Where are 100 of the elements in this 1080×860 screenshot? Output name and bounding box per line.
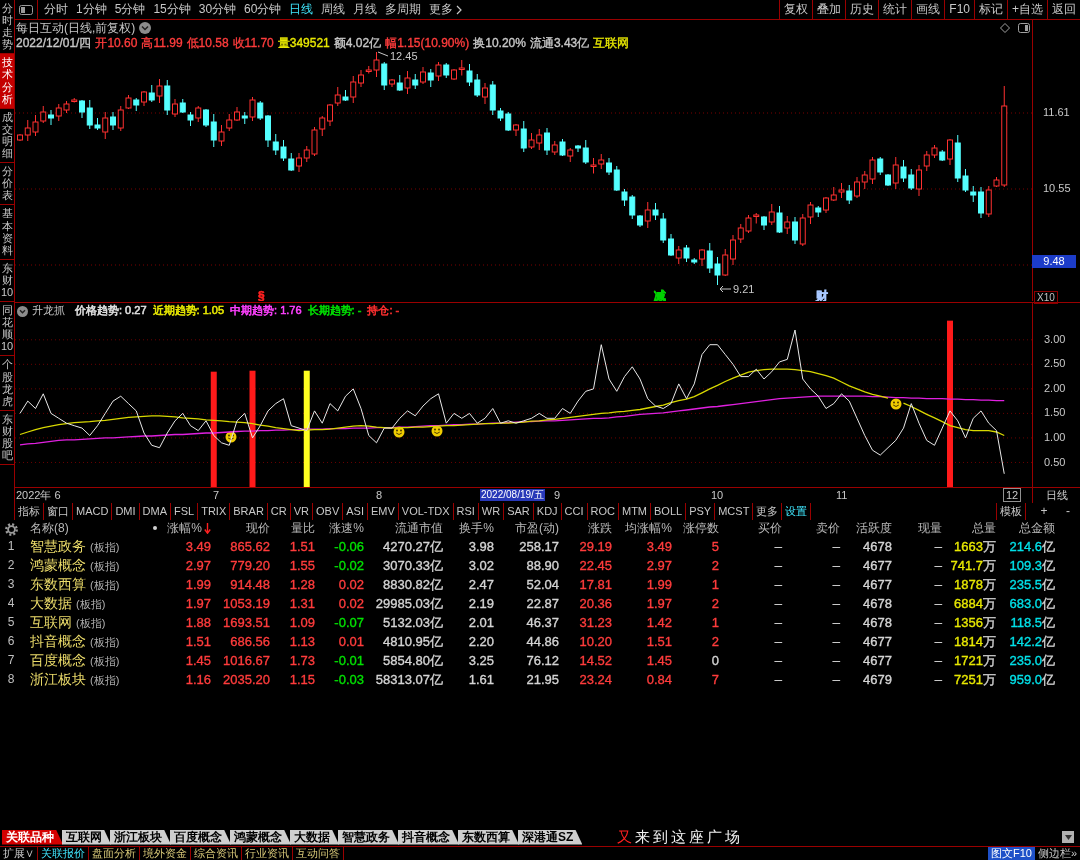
- stock-tab[interactable]: 互联网: [62, 829, 111, 845]
- column-header[interactable]: 涨速%: [329, 521, 364, 536]
- period-tab[interactable]: 日线: [285, 0, 318, 19]
- period-tab[interactable]: 60分钟: [240, 0, 286, 19]
- indicator-tab[interactable]: WR: [478, 503, 505, 520]
- column-header[interactable]: 涨停数: [683, 521, 719, 536]
- toolbar-button[interactable]: 统计: [878, 0, 912, 19]
- sort-arrow-icon[interactable]: [204, 523, 211, 534]
- sidebar-tab[interactable]: 成交明细: [0, 108, 14, 164]
- column-header[interactable]: 量比: [291, 521, 315, 536]
- sidebar-tab[interactable]: 基本资料: [0, 205, 14, 260]
- indicator-tab[interactable]: DMI: [112, 503, 140, 520]
- period-tab[interactable]: 15分钟: [149, 0, 195, 19]
- column-header[interactable]: 涨跌: [588, 521, 612, 536]
- indicator-tab[interactable]: MTM: [619, 503, 652, 520]
- sector-name[interactable]: 抖音概念: [30, 633, 86, 650]
- sector-name[interactable]: 智慧政务: [30, 538, 86, 555]
- settings-link[interactable]: 设置: [782, 503, 812, 520]
- toolbar-button[interactable]: 画线: [911, 0, 945, 19]
- indicator-tab[interactable]: BOLL: [651, 503, 687, 520]
- chevron-down-icon[interactable]: [17, 305, 28, 317]
- period-tab[interactable]: 30分钟: [194, 0, 241, 19]
- sidebar-tab[interactable]: 技术分析: [0, 54, 14, 109]
- template-button[interactable]: 模板: [996, 503, 1026, 520]
- toolbar-button[interactable]: 复权: [779, 0, 813, 19]
- stock-tab[interactable]: 大数据: [290, 829, 339, 845]
- sector-name[interactable]: 东数西算: [30, 576, 86, 593]
- stock-tab[interactable]: 东数西算: [458, 829, 519, 845]
- indicator-tab[interactable]: 窗口: [44, 503, 73, 520]
- f10-button[interactable]: 图文F10: [987, 847, 1035, 860]
- period-tab[interactable]: 多周期: [381, 0, 426, 19]
- indicator-tab[interactable]: CCI: [561, 503, 588, 520]
- stock-tab[interactable]: 关联品种: [2, 829, 63, 845]
- column-header[interactable]: 买价: [758, 521, 782, 536]
- bottom-tab[interactable]: 行业资讯: [242, 847, 293, 860]
- panel-toggle-icon[interactable]: [1018, 23, 1030, 33]
- column-header[interactable]: 现量: [918, 521, 942, 536]
- sidebar-tab[interactable]: 分价表: [0, 163, 14, 206]
- sector-name[interactable]: 大数据: [30, 595, 72, 612]
- settings-icon[interactable]: [4, 522, 18, 536]
- toolbar-button[interactable]: F10: [944, 0, 974, 19]
- panel-toggle-icon[interactable]: [19, 4, 33, 15]
- stock-tab[interactable]: 百度概念: [170, 829, 231, 845]
- scale-label[interactable]: X10: [1034, 291, 1058, 304]
- indicator-tab[interactable]: BRAR: [230, 503, 268, 520]
- indicator-tab[interactable]: KDJ: [533, 503, 562, 520]
- stock-tab[interactable]: 浙江板块: [110, 829, 171, 845]
- period-tab[interactable]: 5分钟: [110, 0, 150, 19]
- period-tab[interactable]: 月线: [349, 0, 382, 19]
- sector-name[interactable]: 互联网: [30, 614, 72, 631]
- toolbar-button[interactable]: 历史: [845, 0, 879, 19]
- stock-tab[interactable]: 深港通SZ: [518, 829, 583, 845]
- column-header[interactable]: 涨幅%: [167, 521, 202, 536]
- toolbar-button[interactable]: 返回: [1047, 0, 1080, 19]
- dropdown-button[interactable]: [1062, 831, 1074, 843]
- column-header[interactable]: 总金额: [1019, 521, 1055, 536]
- stock-tab[interactable]: 鸿蒙概念: [230, 829, 291, 845]
- column-header[interactable]: 均涨幅%: [625, 521, 672, 536]
- period-tab[interactable]: 周线: [317, 0, 350, 19]
- indicator-tab[interactable]: VOL-TDX: [398, 503, 454, 520]
- indicator-tab[interactable]: CR: [267, 503, 291, 520]
- sector-name[interactable]: 浙江板块: [30, 671, 86, 688]
- sector-name[interactable]: 百度概念: [30, 652, 86, 669]
- indicator-tab[interactable]: SAR: [504, 503, 534, 520]
- indicator-tab[interactable]: 更多: [753, 503, 783, 520]
- column-header[interactable]: 换手%: [459, 521, 494, 536]
- indicator-tab[interactable]: OBV: [313, 503, 344, 520]
- column-header[interactable]: 现价: [246, 521, 270, 536]
- diamond-icon[interactable]: [1000, 23, 1010, 33]
- period-tab[interactable]: 分时: [40, 0, 72, 19]
- indicator-tab[interactable]: ASI: [343, 503, 368, 520]
- period-tab[interactable]: 1分钟: [72, 0, 111, 19]
- indicator-tab[interactable]: FSL: [171, 503, 199, 520]
- indicator-tab[interactable]: RSI: [453, 503, 479, 520]
- sidebar-tab[interactable]: 东财股吧: [0, 410, 14, 466]
- indicator-tab[interactable]: DMA: [139, 503, 171, 520]
- bottom-tab[interactable]: 境外资金: [140, 847, 191, 860]
- indicator-tab[interactable]: MACD: [73, 503, 113, 520]
- bottom-tab[interactable]: 盘面分析: [89, 847, 140, 860]
- indicator-tab[interactable]: PSY: [686, 503, 716, 520]
- chevron-down-icon[interactable]: [139, 22, 152, 34]
- sidebar-tab[interactable]: 东财10: [0, 259, 14, 303]
- expand-button[interactable]: 扩展∨: [0, 847, 38, 860]
- column-header[interactable]: 卖价: [816, 521, 840, 536]
- column-header[interactable]: 总量: [972, 521, 996, 536]
- indicator-tab[interactable]: TRIX: [198, 503, 231, 520]
- indicator-tab[interactable]: MCST: [715, 503, 754, 520]
- indicator-tab[interactable]: VR: [290, 503, 313, 520]
- stock-tab[interactable]: 抖音概念: [398, 829, 459, 845]
- sidebar-tab[interactable]: 同花顺10: [0, 302, 14, 357]
- bottom-tab[interactable]: 关联报价: [38, 847, 89, 860]
- column-header[interactable]: 流通市值: [395, 521, 443, 536]
- zoom-button[interactable]: -: [1056, 503, 1080, 520]
- column-header[interactable]: 名称(8): [30, 521, 69, 536]
- sidebar-tab[interactable]: 个股龙虎: [0, 356, 14, 411]
- sector-name[interactable]: 鸿蒙概念: [30, 557, 86, 574]
- more-button[interactable]: 更多: [425, 0, 467, 19]
- column-header[interactable]: 市盈(动): [515, 521, 559, 536]
- toolbar-button[interactable]: 标记: [974, 0, 1007, 19]
- toolbar-button[interactable]: +自选: [1007, 0, 1047, 19]
